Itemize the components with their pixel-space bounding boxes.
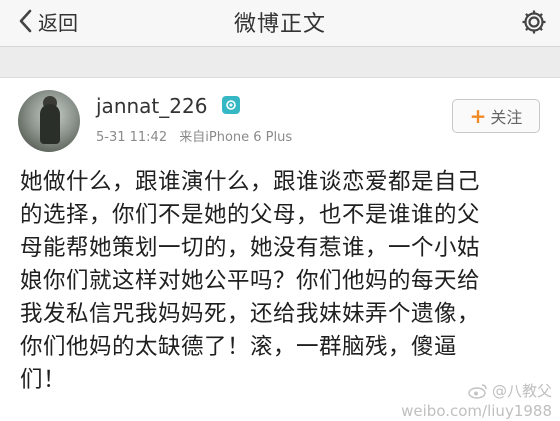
post-line: 的选择，你们不是她的父母，也不是谁谁的父 bbox=[20, 202, 481, 228]
avatar[interactable] bbox=[18, 90, 80, 152]
watermark-name: @八教父 bbox=[491, 382, 552, 400]
post-meta: 5-31 11:42 来自iPhone 6 Plus bbox=[96, 126, 292, 145]
post-card: jannat_226 5-31 11:42 来自iPhone 6 Plus + … bbox=[0, 77, 560, 421]
settings-gear-icon[interactable] bbox=[520, 8, 548, 36]
section-gap bbox=[0, 47, 560, 77]
watermark: @八教父 weibo.com/liuy1988 bbox=[401, 381, 552, 421]
post-line: 你们他妈的太缺德了！滚，一群脑残，傻逼 bbox=[20, 334, 458, 360]
post-line: 她做什么，跟谁演什么，跟谁谈恋爱都是自己 bbox=[20, 169, 481, 195]
follow-label: 关注 bbox=[490, 108, 523, 127]
post-line: 母能帮她策划一切的，她没有惹谁，一个小姑 bbox=[20, 235, 481, 261]
post-timestamp: 5-31 11:42 bbox=[96, 130, 168, 145]
page-title: 微博正文 bbox=[233, 12, 326, 37]
watermark-url: weibo.com/liuy1988 bbox=[401, 402, 552, 420]
post-source: 来自iPhone 6 Plus bbox=[179, 130, 293, 145]
avatar-figure bbox=[40, 104, 60, 144]
post-line: 我发私信咒我妈妈死，还给我妹妹弄个遗像， bbox=[20, 301, 481, 327]
nav-bar: 返回 微博正文 bbox=[0, 0, 560, 47]
post-body: 她做什么，跟谁演什么，跟谁谈恋爱都是自己 的选择，你们不是她的父母，也不是谁谁的… bbox=[20, 166, 548, 397]
follow-button[interactable]: + 关注 bbox=[452, 99, 540, 133]
plus-icon: + bbox=[469, 104, 487, 128]
vip-badge-icon bbox=[222, 96, 240, 114]
weibo-logo-icon bbox=[468, 384, 487, 399]
username[interactable]: jannat_226 bbox=[96, 94, 207, 118]
post-line: 娘你们就这样对她公平吗？你们他妈的每天给 bbox=[20, 268, 481, 294]
